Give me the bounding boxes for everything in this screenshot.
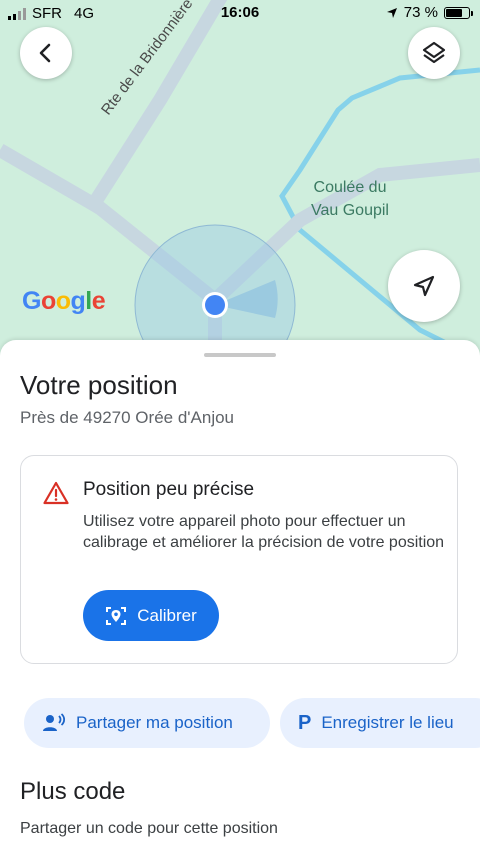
place-label-line1: Coulée du	[313, 179, 387, 196]
place-label-line2: Vau Goupil	[311, 202, 389, 219]
warning-title: Position peu précise	[83, 479, 255, 500]
battery-icon	[444, 6, 473, 19]
share-location-label: Partager ma position	[76, 713, 233, 732]
warning-triangle-icon	[43, 481, 69, 505]
plus-code-title: Plus code	[20, 778, 126, 805]
layers-icon	[422, 41, 446, 64]
google-logo-letter: o	[55, 287, 71, 315]
share-location-chip[interactable]: Partager ma position	[24, 698, 270, 748]
back-button[interactable]	[20, 27, 72, 79]
google-logo-letter: G	[22, 287, 41, 315]
warning-body: Utilisez votre appareil photo pour effec…	[83, 513, 445, 551]
battery-percent: 73 %	[403, 4, 438, 21]
sheet-title: Votre position	[20, 370, 178, 400]
map-view[interactable]: Rte de la Bridonnière Coulée du Vau Goup…	[0, 0, 480, 360]
save-place-chip[interactable]: P Enregistrer le lieu	[280, 698, 480, 748]
my-location-button[interactable]	[388, 250, 460, 322]
plus-code-subtitle[interactable]: Partager un code pour cette position	[20, 820, 278, 838]
sheet-drag-handle[interactable]	[204, 353, 276, 357]
google-logo: Google	[22, 287, 106, 316]
bottom-sheet: Votre position Près de 49270 Orée d'Anjo…	[0, 340, 480, 854]
calibrate-label: Calibrer	[137, 605, 197, 625]
warning-card: Position peu précise Utilisez votre appa…	[20, 455, 458, 664]
sheet-subtitle: Près de 49270 Orée d'Anjou	[20, 408, 235, 427]
google-logo-letter: o	[40, 287, 56, 315]
back-arrow-icon	[39, 43, 51, 63]
save-place-label: Enregistrer le lieu	[321, 713, 454, 732]
parking-icon: P	[298, 711, 312, 734]
google-logo-letter: e	[91, 287, 106, 315]
share-person-icon	[43, 713, 66, 731]
calibrate-button[interactable]: Calibrer	[83, 590, 219, 641]
layers-button[interactable]	[408, 27, 460, 79]
place-label: Coulée du Vau Goupil	[290, 176, 410, 222]
calibrate-icon	[106, 606, 127, 625]
location-services-icon	[386, 7, 397, 18]
google-logo-letter: g	[70, 287, 86, 315]
status-bar: SFR 4G 16:06 73 %	[0, 0, 480, 26]
navigation-arrow-icon	[413, 275, 435, 297]
